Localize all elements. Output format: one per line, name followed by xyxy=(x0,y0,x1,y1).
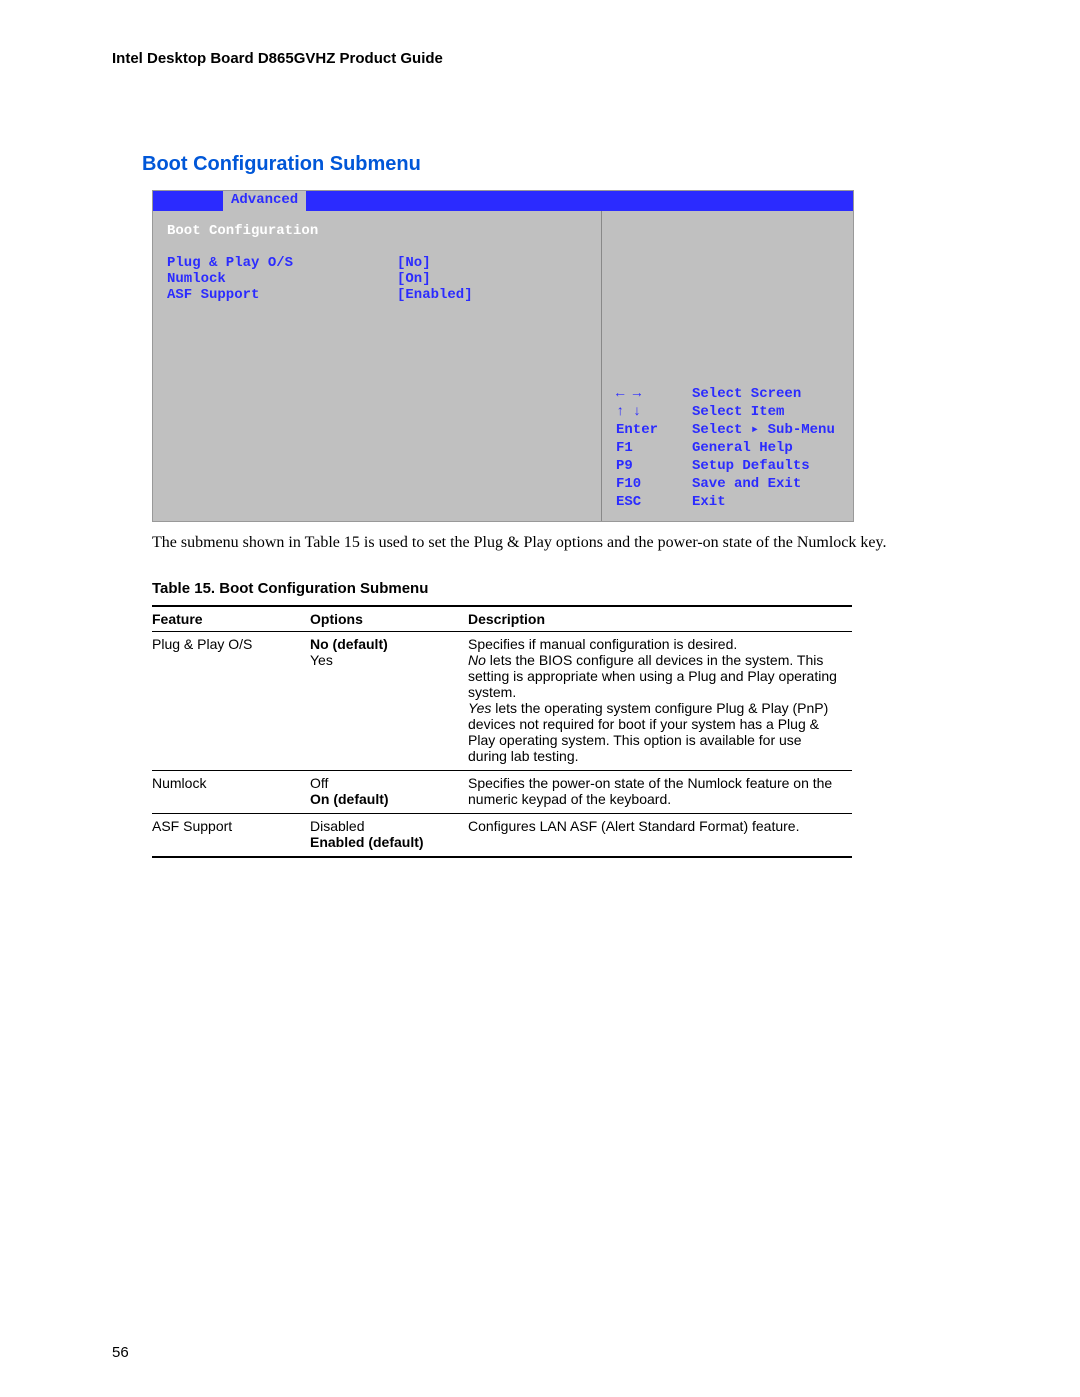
table-row: Numlock Off On (default) Specifies the p… xyxy=(152,771,852,814)
desc-text: lets the BIOS configure all devices in t… xyxy=(468,652,837,700)
option-default: No (default) xyxy=(310,636,456,652)
legend-desc: Select ▸ Sub-Menu xyxy=(692,421,847,439)
cell-feature: ASF Support xyxy=(152,814,310,858)
legend-key: Enter xyxy=(616,421,692,439)
bios-legend: ← → Select Screen ↑ ↓ Select Item Enter … xyxy=(616,385,847,511)
option: Yes xyxy=(310,652,456,668)
feature-table: Feature Options Description Plug & Play … xyxy=(152,605,852,858)
legend-key: ← → xyxy=(616,385,692,403)
option: Off xyxy=(310,775,456,791)
table-row: ASF Support Disabled Enabled (default) C… xyxy=(152,814,852,858)
desc-em: No xyxy=(468,652,486,668)
table-row: Plug & Play O/S No (default) Yes Specifi… xyxy=(152,632,852,771)
table-header-row: Feature Options Description xyxy=(152,606,852,632)
cell-description: Configures LAN ASF (Alert Standard Forma… xyxy=(468,814,852,858)
desc-text: lets the operating system configure Plug… xyxy=(468,700,828,764)
bios-tab-advanced: Advanced xyxy=(223,191,306,211)
table-caption: Table 15. Boot Configuration Submenu xyxy=(152,580,972,597)
page-number: 56 xyxy=(112,1344,129,1361)
bios-item-value: [No] xyxy=(397,255,587,271)
desc-text: Specifies if manual configuration is des… xyxy=(468,636,737,652)
bios-submenu-title: Boot Configuration xyxy=(167,223,587,239)
option: Disabled xyxy=(310,818,456,834)
legend-row: ← → Select Screen xyxy=(616,385,847,403)
cell-feature: Numlock xyxy=(152,771,310,814)
bios-item-value: [On] xyxy=(397,271,587,287)
cell-options: No (default) Yes xyxy=(310,632,468,771)
legend-row: F10 Save and Exit xyxy=(616,475,847,493)
legend-desc: Save and Exit xyxy=(692,475,847,493)
cell-description: Specifies the power-on state of the Numl… xyxy=(468,771,852,814)
legend-row: ↑ ↓ Select Item xyxy=(616,403,847,421)
legend-desc: Exit xyxy=(692,493,847,511)
legend-row: P9 Setup Defaults xyxy=(616,457,847,475)
bios-left-panel: Boot Configuration Plug & Play O/S [No] … xyxy=(153,211,601,521)
legend-row: Enter Select ▸ Sub-Menu xyxy=(616,421,847,439)
legend-key: F1 xyxy=(616,439,692,457)
bios-item-row: Numlock [On] xyxy=(167,271,587,287)
cell-feature: Plug & Play O/S xyxy=(152,632,310,771)
th-feature: Feature xyxy=(152,606,310,632)
legend-key: ESC xyxy=(616,493,692,511)
bios-item-row: Plug & Play O/S [No] xyxy=(167,255,587,271)
bios-item-label: ASF Support xyxy=(167,287,397,303)
bios-item-row: ASF Support [Enabled] xyxy=(167,287,587,303)
cell-options: Off On (default) xyxy=(310,771,468,814)
bios-tab-bar: Advanced xyxy=(153,191,853,211)
legend-key: ↑ ↓ xyxy=(616,403,692,421)
body-paragraph: The submenu shown in Table 15 is used to… xyxy=(152,532,972,554)
legend-desc: General Help xyxy=(692,439,847,457)
bios-item-label: Numlock xyxy=(167,271,397,287)
th-description: Description xyxy=(468,606,852,632)
option-default: Enabled (default) xyxy=(310,834,456,850)
document-header: Intel Desktop Board D865GVHZ Product Gui… xyxy=(112,50,972,67)
bios-screenshot: Advanced Boot Configuration Plug & Play … xyxy=(152,190,854,522)
bios-body: Boot Configuration Plug & Play O/S [No] … xyxy=(153,211,853,521)
legend-desc: Select Screen xyxy=(692,385,847,403)
legend-desc: Select Item xyxy=(692,403,847,421)
desc-em: Yes xyxy=(468,700,491,716)
option-default: On (default) xyxy=(310,791,456,807)
legend-row: ESC Exit xyxy=(616,493,847,511)
legend-key: F10 xyxy=(616,475,692,493)
legend-key: P9 xyxy=(616,457,692,475)
legend-desc: Setup Defaults xyxy=(692,457,847,475)
legend-row: F1 General Help xyxy=(616,439,847,457)
cell-description: Specifies if manual configuration is des… xyxy=(468,632,852,771)
bios-right-panel: ← → Select Screen ↑ ↓ Select Item Enter … xyxy=(601,211,853,521)
cell-options: Disabled Enabled (default) xyxy=(310,814,468,858)
bios-item-value: [Enabled] xyxy=(397,287,587,303)
section-heading: Boot Configuration Submenu xyxy=(142,153,972,176)
th-options: Options xyxy=(310,606,468,632)
bios-item-label: Plug & Play O/S xyxy=(167,255,397,271)
page: Intel Desktop Board D865GVHZ Product Gui… xyxy=(0,0,1080,1397)
